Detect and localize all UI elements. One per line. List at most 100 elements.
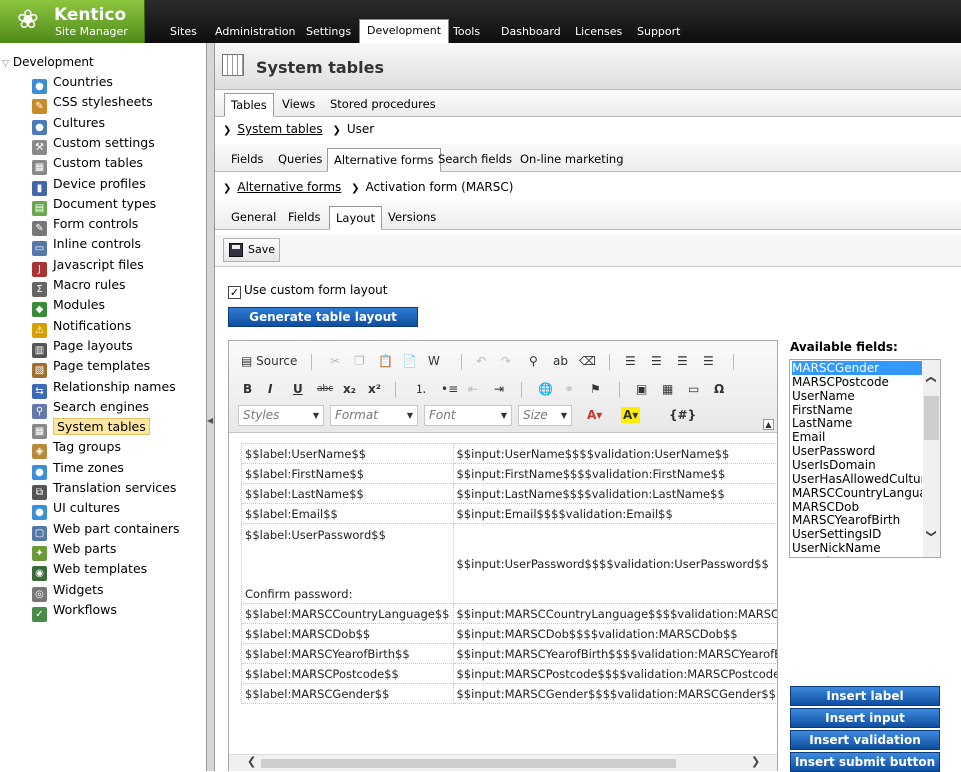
tree-item-modules[interactable]: ◆ Modules [32, 295, 105, 318]
layout-input-cell[interactable]: $$input:UserPassword$$$$validation:UserP… [452, 523, 777, 604]
insert-submit-button[interactable]: Insert submit button [790, 752, 940, 772]
paste-word-icon[interactable]: W [428, 353, 440, 369]
tab-queries[interactable]: Queries [272, 149, 328, 169]
table-icon[interactable]: ▦ [662, 381, 673, 397]
tree-item-web-part-containers[interactable]: ▢ Web part containers [32, 519, 180, 541]
align-center-icon[interactable]: ☰ [651, 353, 662, 369]
tree-item-countries[interactable]: ● Countries [32, 72, 113, 94]
tree-item-time-zones[interactable]: ● Time zones [32, 458, 124, 480]
tab-licenses[interactable]: Licenses [575, 24, 622, 43]
tree-item-macro-rules[interactable]: Σ Macro rules [32, 275, 126, 297]
horizontal-scrollbar[interactable]: ❮ ❯ [229, 754, 777, 771]
insert-label-button[interactable]: Insert label [790, 686, 940, 706]
tab-alternative-forms[interactable]: Alternative forms [327, 148, 441, 172]
size-combo[interactable]: Size ▼ [518, 405, 572, 426]
layout-label-cell[interactable]: $$label:MARSCCountryLanguage$$ [241, 603, 454, 624]
tab-development[interactable]: Development [359, 19, 450, 43]
horizontal-rule-icon[interactable]: ▭ [688, 381, 699, 397]
available-field-option[interactable]: UserHasAllowedCultures [792, 472, 922, 486]
tree-item-inline-controls[interactable]: ▭ Inline controls [32, 234, 141, 257]
save-button[interactable]: Save [223, 238, 280, 262]
paste-icon[interactable]: 📋 [378, 353, 393, 369]
collapse-arrow-icon[interactable]: ▽ [2, 59, 9, 69]
find-icon[interactable]: ⚲ [529, 353, 538, 369]
scroll-thumb[interactable] [261, 759, 676, 768]
superscript-icon[interactable]: x² [368, 381, 381, 397]
tab-fields[interactable]: Fields [225, 149, 270, 169]
scroll-thumb[interactable] [924, 396, 939, 440]
format-combo[interactable]: Format ▼ [330, 405, 418, 426]
tab-versions[interactable]: Versions [382, 207, 442, 227]
tab-online-marketing[interactable]: On-line marketing [514, 149, 630, 169]
scroll-right-icon[interactable]: ❯ [751, 755, 760, 768]
layout-label-cell[interactable]: $$label:UserName$$ [241, 443, 454, 464]
available-field-option[interactable]: FirstName [792, 403, 922, 417]
generate-table-layout-button[interactable]: Generate table layout [228, 307, 418, 327]
panel-splitter[interactable]: ◀ [207, 43, 215, 771]
tab-dashboard[interactable]: Dashboard [501, 24, 561, 43]
font-combo[interactable]: Font ▼ [424, 405, 512, 426]
indent-icon[interactable]: ⇥ [494, 381, 504, 397]
cut-icon[interactable]: ✂ [330, 353, 340, 369]
link-icon[interactable]: 🌐 [538, 381, 553, 397]
available-field-option[interactable]: UserPassword [792, 444, 922, 458]
tab-tools[interactable]: Tools [453, 24, 480, 43]
replace-icon[interactable]: ab [553, 353, 568, 369]
tab-search-fields[interactable]: Search fields [432, 149, 518, 169]
layout-input-cell[interactable]: $$input:Email$$$$validation:Email$$ [452, 503, 777, 524]
tree-item-search-engines[interactable]: ⚲ Search engines [32, 397, 149, 419]
layout-input-cell[interactable]: $$input:MARSCDob$$$$validation:MARSCDob$… [452, 623, 777, 644]
editor-content[interactable]: $$label:UserName$$ $$input:UserName$$$$va… [229, 433, 777, 754]
layout-table[interactable]: $$label:UserName$$ $$input:UserName$$$$va… [241, 443, 777, 704]
tree-item-custom-settings[interactable]: ⚒ Custom settings [32, 133, 155, 155]
background-color-icon[interactable]: A▾ [621, 407, 641, 423]
available-field-option[interactable]: UserNickName [792, 541, 922, 555]
tree-item-web-templates[interactable]: ◉ Web templates [32, 559, 147, 582]
tree-item-system-tables[interactable]: ▦ System tables [32, 417, 150, 440]
tab-views[interactable]: Views [276, 94, 321, 114]
scroll-down-icon[interactable]: ❯ [926, 529, 937, 537]
insert-input-button[interactable]: Insert input [790, 708, 940, 728]
available-field-option[interactable]: UserName [792, 389, 922, 403]
layout-input-cell[interactable]: $$input:MARSCCountryLanguage$$$$validati… [452, 603, 777, 624]
image-icon[interactable]: ▣ [636, 381, 647, 397]
macro-icon[interactable]: {#} [669, 407, 696, 423]
layout-input-cell[interactable]: $$input:LastName$$$$validation:LastName$… [452, 483, 777, 504]
bulleted-list-icon[interactable]: •≡ [441, 381, 458, 397]
layout-input-cell[interactable]: $$input:UserName$$$$validation:UserName$… [452, 443, 777, 464]
styles-combo[interactable]: Styles ▼ [238, 405, 324, 426]
text-color-icon[interactable]: A▾ [587, 407, 602, 423]
paste-text-icon[interactable]: 📄 [402, 353, 417, 369]
layout-label-cell[interactable]: $$label:MARSCPostcode$$ [241, 663, 454, 684]
strikethrough-icon[interactable]: abc [317, 381, 333, 397]
available-field-option[interactable]: MARSCPostcode [792, 375, 922, 389]
bold-icon[interactable]: B [243, 381, 252, 397]
eraser-icon[interactable]: ⌫ [579, 353, 596, 369]
unlink-icon[interactable]: ⚭ [564, 381, 574, 397]
tab-stored-procedures[interactable]: Stored procedures [324, 94, 442, 114]
source-button[interactable]: ▤ Source [241, 353, 297, 369]
layout-label-cell[interactable]: $$label:LastName$$ [241, 483, 454, 504]
available-field-option[interactable]: MARSCCountryLanguage [792, 486, 922, 500]
use-custom-layout-checkbox[interactable]: ✓ [228, 286, 241, 299]
subscript-icon[interactable]: x₂ [343, 381, 356, 397]
tab-tables[interactable]: Tables [224, 93, 274, 117]
tree-item-tag-groups[interactable]: ◈ Tag groups [32, 437, 121, 460]
numbered-list-icon[interactable]: ⒈ [415, 381, 427, 397]
collapse-left-icon[interactable]: ◀ [207, 416, 213, 425]
underline-icon[interactable]: U [293, 381, 303, 397]
layout-input-cell[interactable]: $$input:MARSCGender$$$$validation:MARSCG… [452, 683, 777, 704]
tab-administration[interactable]: Administration [215, 24, 296, 43]
available-field-option[interactable]: Email [792, 430, 922, 444]
tree-item-cultures[interactable]: ● Cultures [32, 113, 105, 135]
tree-item-translation-services[interactable]: ⧉ Translation services [32, 478, 176, 500]
tab-general[interactable]: General [225, 207, 282, 227]
outdent-icon[interactable]: ⇤ [468, 381, 478, 397]
use-custom-layout-label[interactable]: Use custom form layout [244, 283, 387, 297]
available-field-option[interactable]: MARSCGender [792, 361, 922, 375]
layout-label-cell[interactable]: $$label:FirstName$$ [241, 463, 454, 484]
breadcrumb-link-system-tables[interactable]: System tables [237, 122, 322, 136]
tree-item-ui-cultures[interactable]: ● UI cultures [32, 498, 120, 521]
layout-label-cell[interactable]: $$label:UserPassword$$ Confirm password: [241, 523, 454, 604]
copy-icon[interactable]: ❐ [354, 353, 365, 369]
